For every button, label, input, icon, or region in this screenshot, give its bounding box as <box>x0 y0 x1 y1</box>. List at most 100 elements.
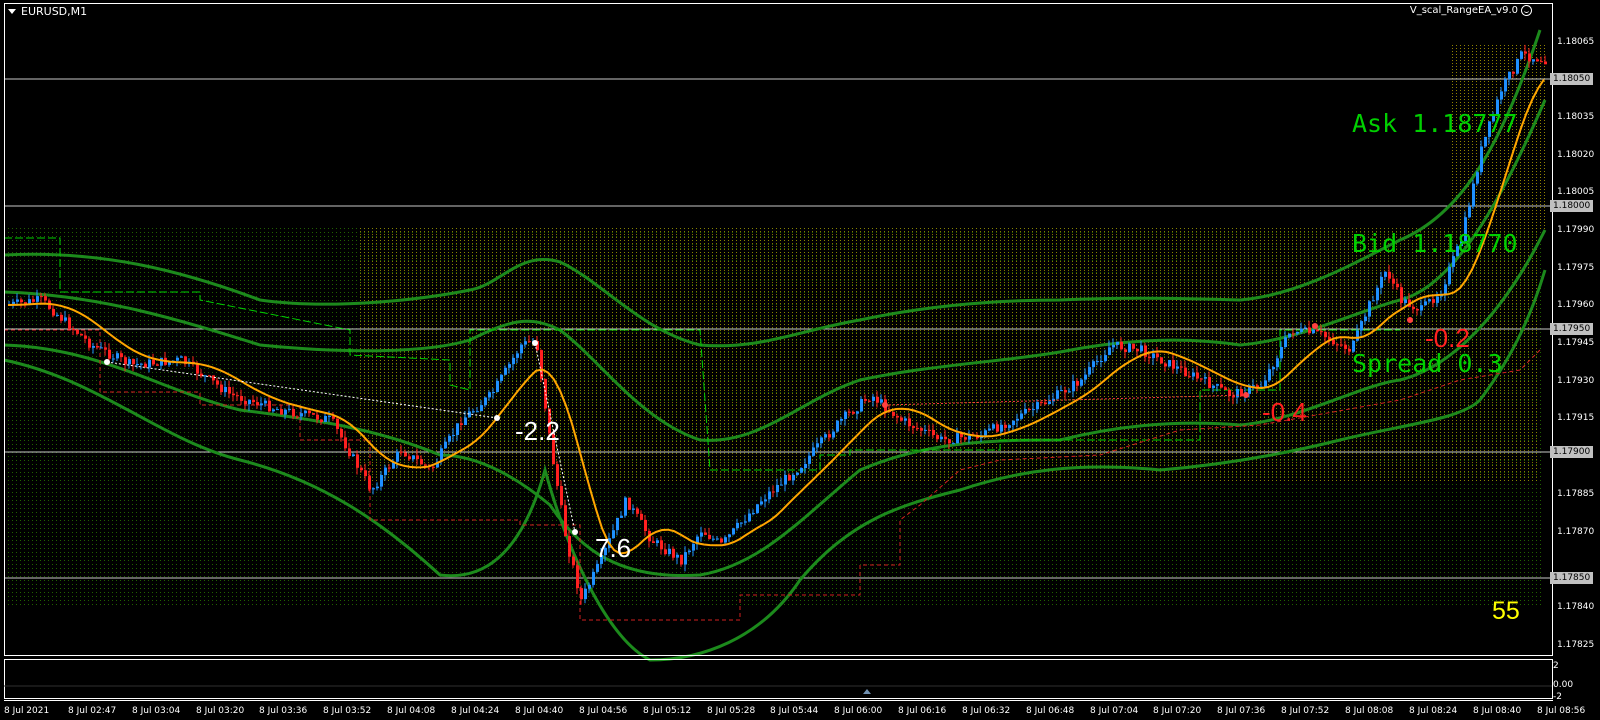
candle-body <box>92 346 95 348</box>
time-tick-label: 8 Jul 06:48 <box>1026 706 1075 716</box>
ask-price-text: Ask 1.18777 <box>1352 109 1518 138</box>
candle-body <box>1332 339 1335 345</box>
candle-body <box>344 437 347 449</box>
trade-exit-marker[interactable] <box>572 529 578 535</box>
candle-body <box>1096 361 1099 363</box>
candle-body <box>900 417 903 421</box>
candle-body <box>684 552 687 565</box>
candle-body <box>508 364 511 368</box>
candle-body <box>460 423 463 425</box>
candle-body <box>620 515 623 518</box>
level-price-tag[interactable]: 1.18050 <box>1550 73 1594 85</box>
candle-body <box>1004 424 1007 428</box>
trade-entry-marker[interactable] <box>882 402 888 408</box>
time-tick-label: 8 Jul 02:47 <box>68 706 117 716</box>
trade-exit-marker[interactable] <box>494 415 500 421</box>
candle-body <box>120 353 123 358</box>
candle-body <box>424 464 427 466</box>
candle-body <box>852 411 855 414</box>
candle-body <box>160 357 163 366</box>
time-tick-label: 8 Jul 08:40 <box>1473 706 1522 716</box>
price-tick-label: 1.17930 <box>1557 376 1595 386</box>
candle-body <box>196 363 199 374</box>
candle-body <box>596 563 599 572</box>
candle-body <box>1292 333 1295 335</box>
candle-body <box>828 434 831 438</box>
candle-body <box>272 409 275 412</box>
candle-body <box>1280 347 1283 359</box>
price-tick-label: 1.18020 <box>1557 150 1595 160</box>
candle-body <box>784 475 787 485</box>
candle-body <box>128 359 131 365</box>
level-price-tag[interactable]: 1.17850 <box>1550 572 1594 584</box>
candle-body <box>180 356 183 358</box>
candle-body <box>1132 343 1135 349</box>
time-tick-label: 8 Jul 03:20 <box>196 706 245 716</box>
candle-body <box>1528 53 1531 62</box>
candle-body <box>372 488 375 490</box>
candle-body <box>444 441 447 449</box>
level-price-tag[interactable]: 1.18000 <box>1550 200 1594 212</box>
candle-body <box>564 505 567 536</box>
smiley-icon[interactable] <box>1521 5 1532 16</box>
candle-body <box>656 540 659 543</box>
trading-terminal-chart-window[interactable]: EURUSD,M1 V_scal_RangeEA_v9.0 Ask 1.1877… <box>0 0 1600 720</box>
candle-body <box>1072 381 1075 392</box>
candle-body <box>1524 51 1527 54</box>
candle-body <box>312 413 315 415</box>
candle-body <box>920 428 923 431</box>
candle-body <box>1320 331 1323 333</box>
price-tick-label: 1.18065 <box>1557 37 1595 47</box>
candle-body <box>740 522 743 524</box>
candle-body <box>340 429 343 438</box>
candle-body <box>408 456 411 460</box>
candle-body <box>1044 402 1047 405</box>
candle-body <box>1028 409 1031 410</box>
candle-body <box>216 380 219 385</box>
price-tick-label: 1.17840 <box>1557 602 1595 612</box>
candle-body <box>712 538 715 540</box>
candle-body <box>492 392 495 393</box>
expert-advisor-label[interactable]: V_scal_RangeEA_v9.0 <box>1410 5 1532 16</box>
candle-body <box>1140 345 1143 352</box>
candle-body <box>904 418 907 421</box>
candle-body <box>640 513 643 520</box>
candle-body <box>76 329 79 334</box>
candle-body <box>644 519 647 531</box>
chevron-down-icon[interactable] <box>8 9 16 14</box>
candle-body <box>484 397 487 406</box>
candle-body <box>1268 369 1271 381</box>
candle-body <box>988 428 991 431</box>
trade-exit-marker[interactable] <box>1243 392 1249 398</box>
trade-entry-marker[interactable] <box>532 340 538 346</box>
time-scroll-marker[interactable] <box>863 689 871 694</box>
chart-symbol-title[interactable]: EURUSD,M1 <box>8 5 87 18</box>
level-price-tag[interactable]: 1.17950 <box>1550 323 1594 335</box>
trade-entry-marker[interactable] <box>104 359 110 365</box>
candle-body <box>1016 418 1019 421</box>
candle-body <box>1232 395 1235 398</box>
candle-body <box>680 554 683 565</box>
candle-body <box>1184 367 1187 377</box>
time-tick-label: 8 Jul 08:24 <box>1409 706 1458 716</box>
candle-body <box>560 486 563 506</box>
subwindow-tick-label: 0.00 <box>1553 680 1574 690</box>
candle-body <box>1236 389 1239 398</box>
trade-entry-marker[interactable] <box>1312 323 1318 329</box>
candle-body <box>932 430 935 435</box>
candle-body <box>1100 361 1103 362</box>
candle-body <box>136 364 139 365</box>
candle-body <box>1284 337 1287 347</box>
candle-body <box>956 433 959 444</box>
candle-body <box>1168 360 1171 367</box>
price-info-panel: Ask 1.18777 Bid 1.18770 Spread 0.3 <box>1352 24 1518 464</box>
candle-body <box>140 363 143 365</box>
subwindow-tick-label: 2 <box>1553 661 1559 671</box>
candle-body <box>704 532 707 535</box>
candle-body <box>1160 357 1163 364</box>
candle-body <box>516 353 519 358</box>
price-tick-label: 1.17870 <box>1557 527 1595 537</box>
candle-body <box>300 413 303 417</box>
level-price-tag[interactable]: 1.17900 <box>1550 446 1594 458</box>
candle-body <box>748 513 751 522</box>
